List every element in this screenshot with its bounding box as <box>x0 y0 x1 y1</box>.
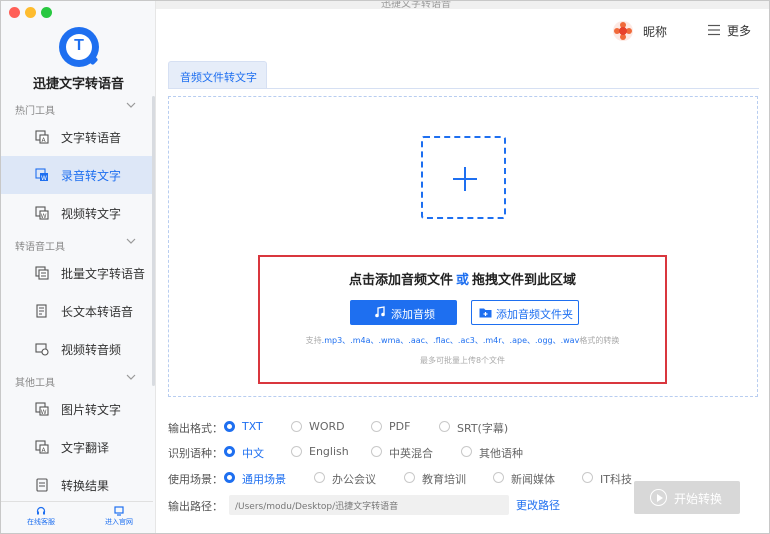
output-format-row: 输出格式： TXT WORD PDF SRT(字幕) <box>168 420 509 435</box>
output-path-field[interactable]: /Users/modu/Desktop/迅捷文字转语音 <box>229 495 509 515</box>
sidebar-item-batch-text-to-speech[interactable]: 批量文字转语音 <box>1 254 153 292</box>
sidebar-item-video-to-text[interactable]: W 视频转文字 <box>1 194 153 232</box>
section-hot-tools[interactable]: 热门工具 <box>1 99 153 119</box>
add-file-area[interactable] <box>421 136 506 219</box>
batch-text-icon <box>35 266 49 280</box>
sidebar-item-results[interactable]: 转换结果 <box>1 466 153 504</box>
minimize-window-button[interactable] <box>25 7 36 18</box>
play-icon <box>650 489 667 506</box>
translate-icon: A <box>35 440 49 454</box>
start-convert-button[interactable]: 开始转换 <box>634 481 740 514</box>
close-window-button[interactable] <box>9 7 20 18</box>
music-note-icon <box>375 306 385 318</box>
language-row: 识别语种： 中文 English 中英混合 其他语种 <box>168 445 523 460</box>
section-label: 热门工具 <box>15 106 55 117</box>
output-path-row: 输出路径： <box>168 500 223 513</box>
upload-limit: 最多可批量上传8个文件 <box>419 356 506 365</box>
sidebar-item-recording-to-text[interactable]: W 录音转文字 <box>1 156 153 194</box>
supported-formats: 支持.mp3、.m4a、.wma、.aac、.flac、.ac3、.m4r、.a… <box>305 336 620 345</box>
recording-to-text-icon: W <box>35 168 49 182</box>
section-speech-tools[interactable]: 转语音工具 <box>1 235 153 255</box>
results-icon <box>35 478 49 492</box>
chevron-down-icon[interactable] <box>125 235 137 247</box>
sidebar-scrollbar[interactable] <box>152 96 155 386</box>
svg-text:W: W <box>41 409 47 416</box>
folder-add-icon <box>479 308 492 318</box>
long-text-icon <box>35 304 49 318</box>
svg-text:W: W <box>41 175 47 182</box>
avatar[interactable] <box>613 21 633 41</box>
app-logo: T <box>59 27 99 67</box>
tab-divider <box>168 88 759 89</box>
nickname: 昵称 <box>643 25 668 39</box>
maximize-window-button[interactable] <box>41 7 52 18</box>
section-label: 转语音工具 <box>15 242 65 253</box>
sidebar-item-video-to-audio[interactable]: 视频转音频 <box>1 330 153 368</box>
online-support-button[interactable]: 在线客服 <box>11 505 71 531</box>
sidebar-item-translate[interactable]: A 文字翻译 <box>1 428 153 466</box>
monitor-icon <box>114 505 124 516</box>
menu-icon <box>708 24 720 36</box>
section-other-tools[interactable]: 其他工具 <box>1 371 153 391</box>
add-folder-button[interactable]: 添加音频文件夹 <box>471 300 579 325</box>
image-to-text-icon: W <box>35 402 49 416</box>
sidebar-item-long-text-to-speech[interactable]: 长文本转语音 <box>1 292 153 330</box>
sidebar-item-image-to-text[interactable]: W 图片转文字 <box>1 390 153 428</box>
chevron-down-icon[interactable] <box>125 99 137 111</box>
sidebar: T 迅捷文字转语音 热门工具 A 文字转语音 W 录音转文字 W 视频转文字 转… <box>1 1 156 533</box>
website-button[interactable]: 进入官网 <box>89 505 149 531</box>
video-to-text-icon: W <box>35 206 49 220</box>
add-audio-button[interactable]: 添加音频 <box>350 300 457 325</box>
section-label: 其他工具 <box>15 378 55 389</box>
change-path-link[interactable]: 更改路径 <box>516 497 560 513</box>
drop-instruction: 点击添加音频文件或拖拽文件到此区域 <box>348 273 577 288</box>
chevron-down-icon[interactable] <box>125 371 137 383</box>
window-title: 迅捷文字转语音 <box>381 0 451 10</box>
sidebar-item-text-to-speech[interactable]: A 文字转语音 <box>1 118 153 156</box>
text-to-speech-icon: A <box>35 130 49 144</box>
app-window: 迅捷文字转语音 T 迅捷文字转语音 热门工具 A 文字转语音 W 录音转文字 W… <box>0 0 770 534</box>
app-name: 迅捷文字转语音 <box>32 77 124 92</box>
svg-text:W: W <box>41 213 47 220</box>
sidebar-footer-divider <box>1 501 153 502</box>
video-to-audio-icon <box>35 342 49 356</box>
tab-audio-to-text[interactable]: 音频文件转文字 <box>168 61 267 89</box>
headset-icon <box>36 505 46 515</box>
